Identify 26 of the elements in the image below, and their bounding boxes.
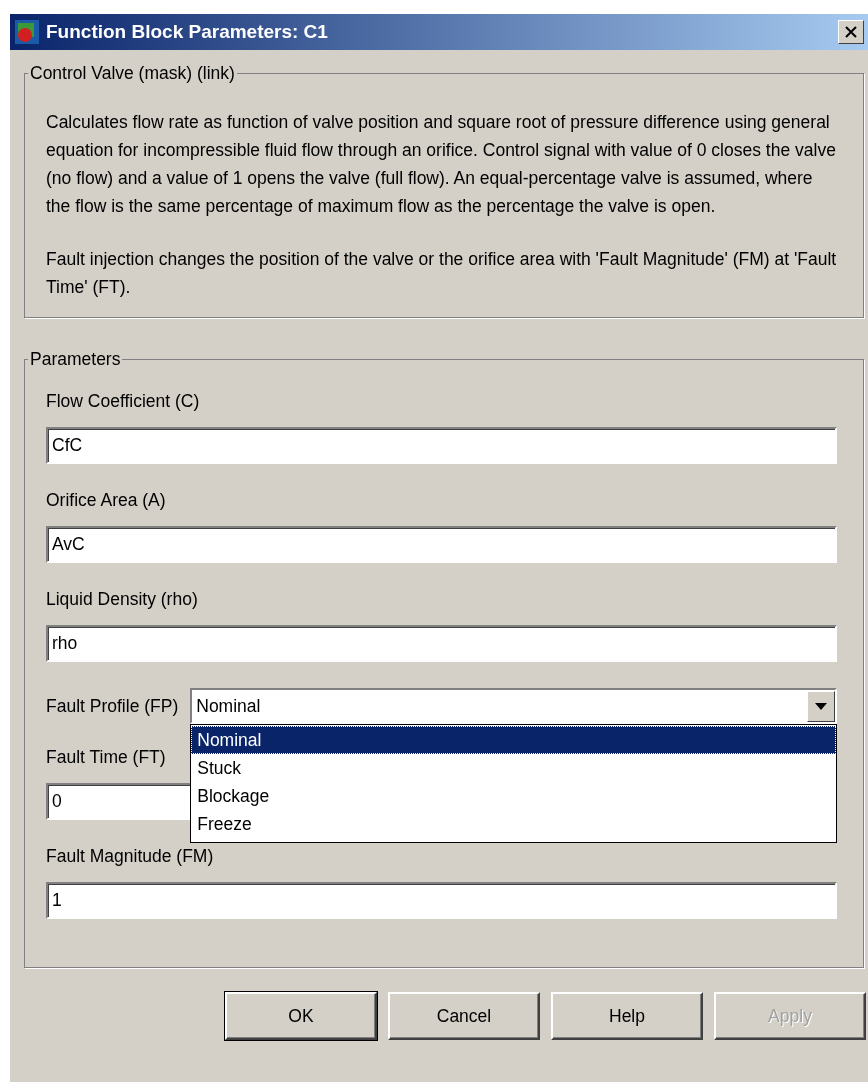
- close-button[interactable]: [838, 20, 864, 44]
- description-text: Fault injection changes the position of the valve or the orifice area with 'Fault Magnitude' (FM) at 'Fault Time' (FT).: [46, 248, 837, 299]
- dropdown-option[interactable]: Nominal: [191, 726, 836, 754]
- close-icon: [845, 26, 857, 38]
- field-label: Fault Profile (FP): [46, 695, 179, 717]
- app-icon: [14, 19, 40, 45]
- field-label: Fault Time (FT): [46, 746, 166, 768]
- dropdown-option[interactable]: Blockage: [191, 782, 836, 810]
- window-title: Function Block Parameters: C1: [46, 21, 329, 43]
- field-label: Fault Magnitude (FM): [46, 845, 214, 867]
- description-text: Calculates flow rate as function of valve position and square root of pressure difference using general equation for incompressible fluid flow through an orifice. Control signal with value of 0 closes the valve (no flow) and a value of 1 opens the valve (full flow). An equal-percentage valve is assumed, where the flow is the same percentage of maximum flow as the percentage the valve is open.: [46, 111, 837, 218]
- dropdown-option[interactable]: Stuck: [191, 754, 836, 782]
- cancel-button[interactable]: Cancel: [388, 992, 540, 1040]
- caret-icon: [815, 702, 827, 710]
- field-label: Flow Coefficient (C): [46, 390, 200, 412]
- help-button[interactable]: Help: [551, 992, 703, 1040]
- field-label: Orifice Area (A): [46, 489, 166, 511]
- input-field[interactable]: rho: [46, 625, 837, 662]
- dropdown-option[interactable]: Freeze: [191, 810, 836, 838]
- group-title: Parameters: [29, 348, 122, 370]
- group-title: Control Valve (mask) (link): [29, 62, 236, 84]
- field-label: Liquid Density (rho): [46, 588, 198, 610]
- input-field[interactable]: 1: [46, 882, 837, 919]
- input-field[interactable]: CfC: [46, 427, 837, 464]
- ok-button[interactable]: OK: [225, 992, 377, 1040]
- input-field[interactable]: AvC: [46, 526, 837, 563]
